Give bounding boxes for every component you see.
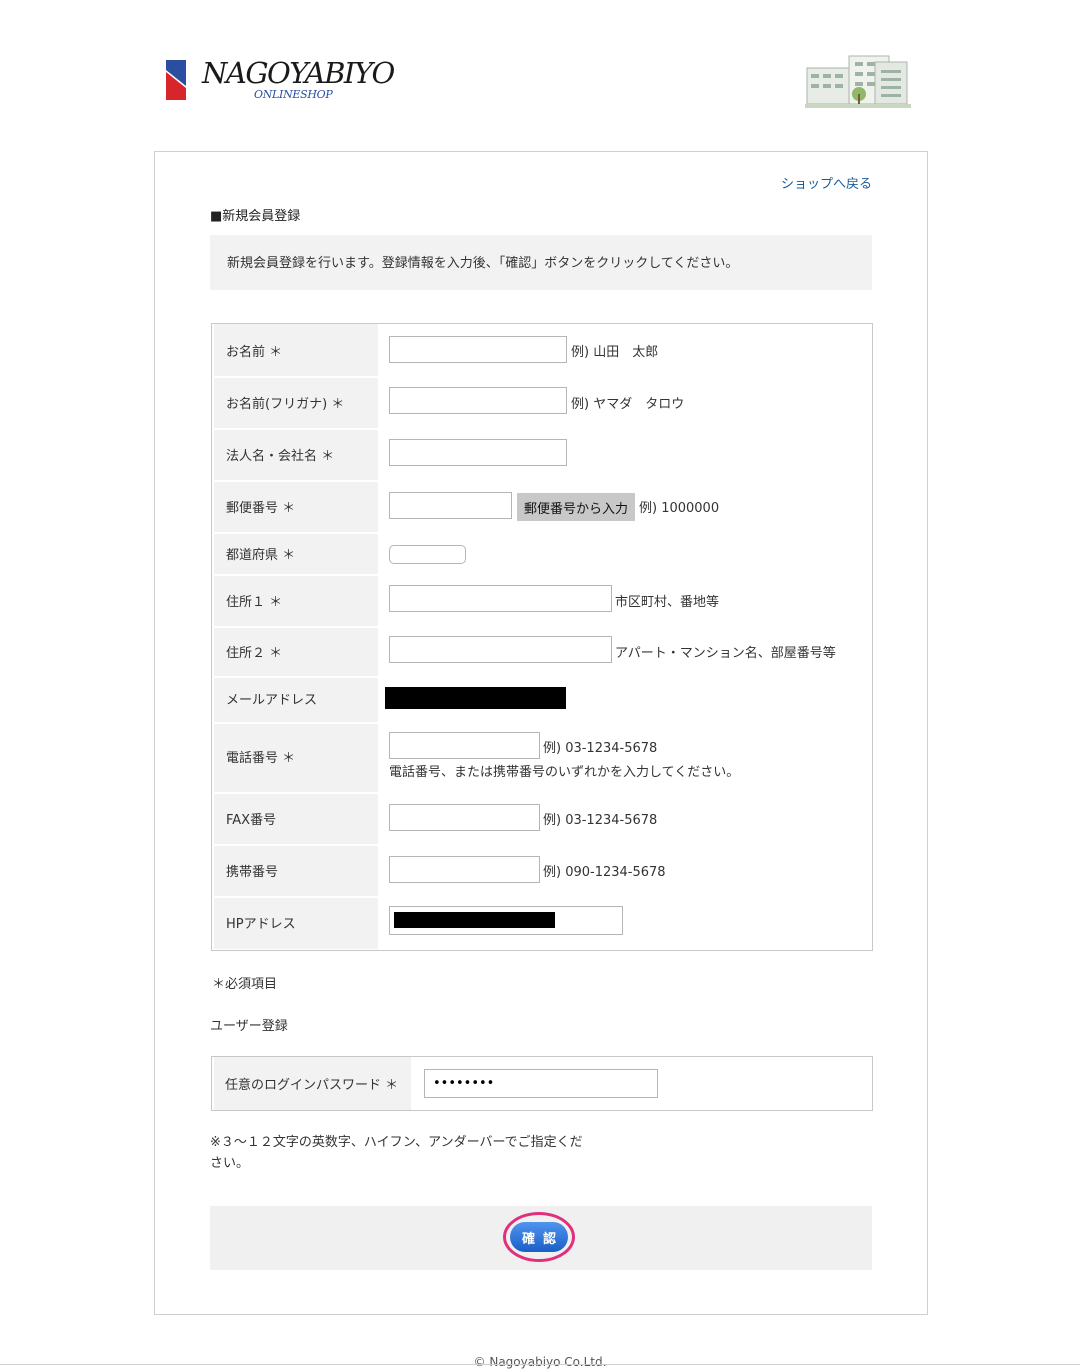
- mobile-input[interactable]: [389, 856, 540, 883]
- required-note: ＊必須項目: [212, 977, 278, 992]
- label-cell: HPアドレス: [214, 898, 378, 949]
- kana-input[interactable]: [389, 387, 567, 414]
- label-cell: 電話番号 ＊: [214, 724, 378, 792]
- site-logo[interactable]: NAGOYABIYO ONLINESHOP: [166, 56, 395, 106]
- form-row-addr2: 住所２ ＊ アパート・マンション名、部屋番号等: [212, 628, 872, 676]
- form-row-fax: FAX番号 例) 03-1234-5678: [212, 794, 872, 844]
- kana-hint: 例) ヤマダ タロウ: [571, 397, 685, 412]
- registration-form-table: お名前 ＊ 例) 山田 太郎 お名前(フリガナ) ＊ 例) ヤマダ タロウ 法人…: [211, 323, 873, 951]
- field-label-email: メールアドレス: [226, 693, 318, 708]
- field-label-zip: 郵便番号 ＊: [226, 501, 296, 516]
- instruction-notice: 新規会員登録を行います。登録情報を入力後、「確認」ボタンをクリックしてください。: [210, 235, 872, 290]
- mobile-hint: 例) 090-1234-5678: [543, 865, 666, 880]
- field-label-addr1: 住所１ ＊: [226, 595, 283, 610]
- field-label-tel: 電話番号 ＊: [226, 751, 296, 766]
- label-cell: 携帯番号: [214, 846, 378, 896]
- field-label-hp: HPアドレス: [226, 917, 296, 932]
- form-row-name: お名前 ＊ 例) 山田 太郎: [212, 324, 872, 376]
- field-label-fax: FAX番号: [226, 813, 277, 828]
- footer-divider: [0, 1364, 1080, 1365]
- logo-wordmark: NAGOYABIYO: [202, 56, 395, 90]
- tel-hint: 例) 03-1234-5678: [543, 741, 658, 756]
- field-label-name: お名前 ＊: [226, 345, 283, 360]
- field-label-addr2: 住所２ ＊: [226, 646, 283, 661]
- hp-redacted-value: [394, 912, 555, 928]
- form-row-mobile: 携帯番号 例) 090-1234-5678: [212, 846, 872, 896]
- form-row-tel: 電話番号 ＊ 例) 03-1234-5678 電話番号、または携帯番号のいずれか…: [212, 724, 872, 792]
- label-cell: 任意のログインパスワード ＊: [214, 1057, 411, 1110]
- form-row-email: メールアドレス: [212, 678, 872, 722]
- zip-input[interactable]: [389, 492, 512, 519]
- label-cell: 法人名・会社名 ＊: [214, 430, 378, 480]
- label-cell: 都道府県 ＊: [214, 534, 378, 574]
- label-cell: 住所１ ＊: [214, 576, 378, 626]
- name-hint: 例) 山田 太郎: [571, 345, 659, 360]
- instruction-text: 新規会員登録を行います。登録情報を入力後、「確認」ボタンをクリックしてください。: [227, 256, 739, 271]
- password-note: ※３〜１２文字の英数字、ハイフン、アンダーバーでご指定ください。: [210, 1135, 583, 1171]
- email-redacted-value: [385, 687, 566, 709]
- address1-input[interactable]: [389, 585, 612, 612]
- password-input[interactable]: [424, 1069, 658, 1098]
- address1-hint: 市区町村、番地等: [615, 595, 720, 610]
- form-row-company: 法人名・会社名 ＊: [212, 430, 872, 480]
- zip-lookup-button[interactable]: 郵便番号から入力: [517, 493, 635, 521]
- fax-hint: 例) 03-1234-5678: [543, 813, 658, 828]
- section-title: ■新規会員登録: [210, 209, 301, 224]
- hp-input[interactable]: [389, 906, 623, 935]
- logo-subtitle: ONLINESHOP: [254, 88, 333, 101]
- field-label-kana: お名前(フリガナ) ＊: [226, 397, 345, 412]
- field-label-password: 任意のログインパスワード ＊: [225, 1078, 399, 1093]
- prefecture-select[interactable]: [389, 545, 466, 564]
- confirm-bar: 確認: [210, 1206, 872, 1270]
- user-registration-title: ユーザー登録: [210, 1019, 288, 1034]
- copyright: © Nagoyabiyo Co.Ltd.: [473, 1355, 607, 1369]
- form-row-hp: HPアドレス: [212, 898, 872, 949]
- label-cell: FAX番号: [214, 794, 378, 844]
- fax-input[interactable]: [389, 804, 540, 831]
- tel-input[interactable]: [389, 732, 540, 759]
- label-cell: お名前 ＊: [214, 324, 378, 376]
- registration-panel: ショップへ戻る ■新規会員登録 新規会員登録を行います。登録情報を入力後、「確認…: [154, 151, 928, 1315]
- name-input[interactable]: [389, 336, 567, 363]
- password-table: 任意のログインパスワード ＊: [211, 1056, 873, 1111]
- form-row-kana: お名前(フリガナ) ＊ 例) ヤマダ タロウ: [212, 378, 872, 428]
- label-cell: 郵便番号 ＊: [214, 482, 378, 532]
- confirm-button[interactable]: 確認: [510, 1222, 568, 1252]
- address2-input[interactable]: [389, 636, 612, 663]
- field-label-pref: 都道府県 ＊: [226, 548, 296, 563]
- label-cell: メールアドレス: [214, 678, 378, 722]
- label-cell: お名前(フリガナ) ＊: [214, 378, 378, 428]
- field-label-mobile: 携帯番号: [226, 865, 279, 880]
- building-illustration: [805, 55, 911, 108]
- label-cell: 住所２ ＊: [214, 628, 378, 676]
- form-row-addr1: 住所１ ＊ 市区町村、番地等: [212, 576, 872, 626]
- logo-mark-icon: [166, 60, 186, 100]
- company-input[interactable]: [389, 439, 567, 466]
- form-row-zip: 郵便番号 ＊ 郵便番号から入力 例) 1000000: [212, 482, 872, 532]
- site-header: NAGOYABIYO ONLINESHOP: [0, 0, 1080, 140]
- address2-hint: アパート・マンション名、部屋番号等: [615, 646, 836, 661]
- form-row-pref: 都道府県 ＊: [212, 534, 872, 574]
- field-label-company: 法人名・会社名 ＊: [226, 449, 335, 464]
- back-to-shop-link[interactable]: ショップへ戻る: [781, 173, 872, 192]
- zip-hint: 例) 1000000: [639, 501, 720, 516]
- tel-note: 電話番号、または携帯番号のいずれかを入力してください。: [389, 765, 740, 780]
